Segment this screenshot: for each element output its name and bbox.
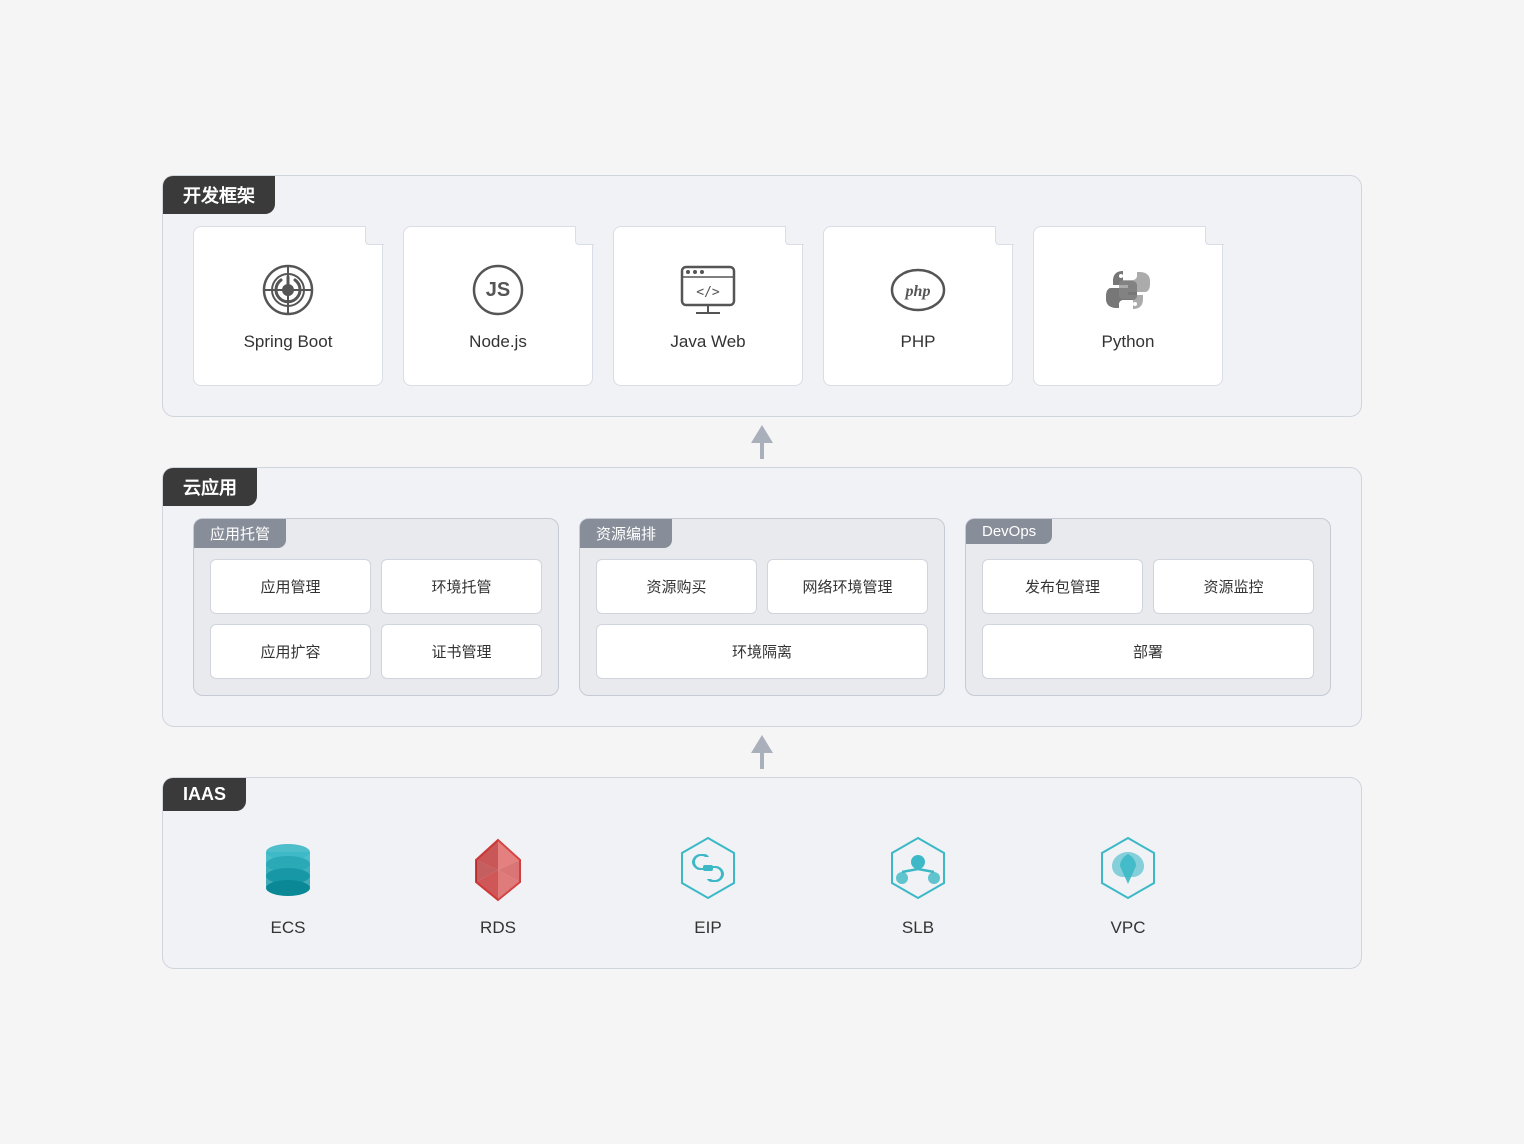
resource-scheduling-row-2: 环境隔离 — [596, 624, 928, 679]
release-management-cell: 发布包管理 — [982, 559, 1143, 614]
ecs-name: ECS — [271, 918, 306, 938]
rds-icon — [458, 828, 538, 908]
spring-boot-icon — [258, 260, 318, 320]
arrow-stem-line-1 — [760, 443, 764, 459]
nodejs-card: JS Node.js — [403, 226, 593, 386]
python-name: Python — [1102, 332, 1155, 352]
arrow-head-1 — [751, 425, 773, 443]
arrow-cloud-to-dev — [162, 417, 1362, 467]
resource-purchase-cell: 资源购买 — [596, 559, 757, 614]
java-web-name: Java Web — [670, 332, 745, 352]
deploy-cell: 部署 — [982, 624, 1314, 679]
resource-scheduling-label: 资源编排 — [580, 519, 672, 548]
app-hosting-row-1: 应用管理 环境托管 — [210, 559, 542, 614]
cloud-app-label: 云应用 — [163, 468, 257, 506]
nodejs-icon: JS — [468, 260, 528, 320]
ecs-card: ECS — [193, 828, 383, 938]
arrow-head-2 — [751, 735, 773, 753]
dev-framework-section: 开发框架 Spring Boot — [162, 175, 1362, 417]
svg-text:JS: JS — [486, 279, 510, 301]
devops-label: DevOps — [966, 519, 1052, 544]
slb-card: SLB — [823, 828, 1013, 938]
eip-name: EIP — [694, 918, 721, 938]
app-management-cell: 应用管理 — [210, 559, 371, 614]
php-icon: php — [888, 260, 948, 320]
spring-boot-name: Spring Boot — [244, 332, 333, 352]
php-card: php PHP — [823, 226, 1013, 386]
resource-scheduling-cells: 资源购买 网络环境管理 环境隔离 — [596, 559, 928, 679]
ecs-icon — [248, 828, 328, 908]
php-name: PHP — [901, 332, 936, 352]
cloud-app-section: 云应用 应用托管 应用管理 环境托管 应用扩容 证书管理 资源编 — [162, 467, 1362, 727]
iaas-cards: ECS RDS — [193, 828, 1331, 938]
arrow-stem-line-2 — [760, 753, 764, 769]
iaas-label: IAAS — [163, 778, 246, 811]
app-hosting-group: 应用托管 应用管理 环境托管 应用扩容 证书管理 — [193, 518, 559, 696]
vpc-icon — [1088, 828, 1168, 908]
svg-text:php: php — [904, 283, 931, 300]
rds-name: RDS — [480, 918, 516, 938]
arrow-stem-1 — [751, 425, 773, 459]
cert-management-cell: 证书管理 — [381, 624, 542, 679]
dev-cards: Spring Boot JS Node.js — [193, 226, 1331, 386]
eip-card: EIP — [613, 828, 803, 938]
java-web-card: </> Java Web — [613, 226, 803, 386]
cloud-groups: 应用托管 应用管理 环境托管 应用扩容 证书管理 资源编排 — [193, 518, 1331, 696]
eip-icon — [668, 828, 748, 908]
java-web-icon: </> — [678, 260, 738, 320]
app-scale-cell: 应用扩容 — [210, 624, 371, 679]
app-hosting-row-2: 应用扩容 证书管理 — [210, 624, 542, 679]
nodejs-name: Node.js — [469, 332, 527, 352]
network-env-cell: 网络环境管理 — [767, 559, 928, 614]
vpc-name: VPC — [1111, 918, 1146, 938]
app-hosting-cells: 应用管理 环境托管 应用扩容 证书管理 — [210, 559, 542, 679]
devops-group: DevOps 发布包管理 资源监控 部署 — [965, 518, 1331, 696]
rds-card: RDS — [403, 828, 593, 938]
arrow-iaas-to-cloud — [162, 727, 1362, 777]
python-icon — [1098, 260, 1158, 320]
dev-framework-label: 开发框架 — [163, 176, 275, 214]
env-hosting-cell: 环境托管 — [381, 559, 542, 614]
devops-cells: 发布包管理 资源监控 部署 — [982, 559, 1314, 679]
app-hosting-label: 应用托管 — [194, 519, 286, 548]
python-card: Python — [1033, 226, 1223, 386]
vpc-card: VPC — [1033, 828, 1223, 938]
diagram-container: 开发框架 Spring Boot — [162, 135, 1362, 1009]
svg-text:</>: </> — [696, 285, 720, 300]
slb-icon — [878, 828, 958, 908]
iaas-section: IAAS ECS — [162, 777, 1362, 969]
arrow-stem-2 — [751, 735, 773, 769]
slb-name: SLB — [902, 918, 934, 938]
devops-row-1: 发布包管理 资源监控 — [982, 559, 1314, 614]
spring-boot-card: Spring Boot — [193, 226, 383, 386]
devops-row-2: 部署 — [982, 624, 1314, 679]
resource-scheduling-group: 资源编排 资源购买 网络环境管理 环境隔离 — [579, 518, 945, 696]
env-isolation-cell: 环境隔离 — [596, 624, 928, 679]
resource-monitoring-cell: 资源监控 — [1153, 559, 1314, 614]
resource-scheduling-row-1: 资源购买 网络环境管理 — [596, 559, 928, 614]
